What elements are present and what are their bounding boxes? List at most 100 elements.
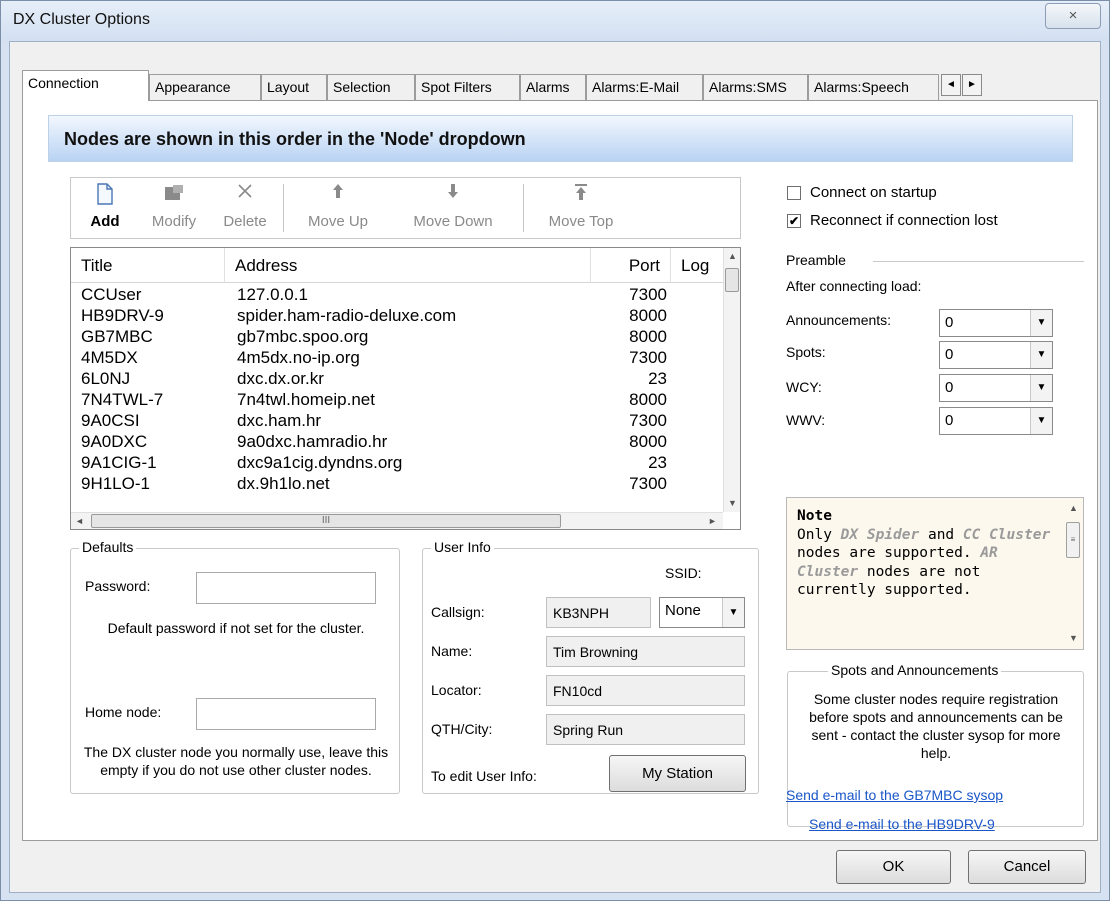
modify-button[interactable]: Modify — [137, 178, 211, 238]
reconnect-checkbox[interactable]: ✔ — [787, 214, 801, 228]
column-title[interactable]: Title — [71, 248, 225, 283]
scroll-down-arrow-icon[interactable]: ▼ — [724, 495, 740, 512]
note-heading: Note — [797, 508, 832, 524]
table-row[interactable]: GB7MBC gb7mbc.spoo.org 8000 — [71, 326, 723, 347]
table-row[interactable]: 6L0NJ dxc.dx.or.kr 23 — [71, 368, 723, 389]
column-address[interactable]: Address — [225, 248, 591, 283]
column-port[interactable]: Port — [591, 248, 671, 283]
defaults-group: Defaults Password: Default password if n… — [70, 539, 400, 794]
note-scroll-down-icon[interactable]: ▼ — [1065, 630, 1082, 647]
callsign-field: KB3NPH — [546, 597, 651, 628]
tab-scroll-left-button[interactable]: ◄ — [941, 74, 961, 96]
note-text-1: Only — [797, 526, 841, 543]
horizontal-scroll-thumb[interactable]: III — [91, 514, 561, 528]
name-label: Name: — [431, 643, 473, 659]
home-node-label: Home node: — [85, 704, 162, 720]
note-scroll-up-icon[interactable]: ▲ — [1065, 500, 1082, 517]
close-button[interactable]: × — [1045, 3, 1101, 29]
wcy-dropdown[interactable]: 0 ▼ — [939, 374, 1053, 402]
email-hb9drv-link[interactable]: Send e-mail to the HB9DRV-9 — [809, 816, 995, 832]
column-log[interactable]: Log — [671, 248, 723, 283]
announcements-value: 0 — [945, 314, 954, 331]
qth-city-label: QTH/City: — [431, 721, 493, 737]
chevron-down-icon: ▼ — [1030, 342, 1052, 368]
node-list-horizontal-scrollbar[interactable]: ◄ III ► — [71, 512, 723, 529]
note-box[interactable]: Note Only DX Spider and CC Cluster nodes… — [786, 497, 1084, 650]
table-row[interactable]: HB9DRV-9 spider.ham-radio-deluxe.com 8000 — [71, 305, 723, 326]
node-list-vertical-scrollbar[interactable]: ▲ ▼ — [723, 248, 740, 512]
user-info-group: User Info SSID: Callsign: KB3NPH None ▼ … — [422, 539, 759, 794]
wwv-dropdown[interactable]: 0 ▼ — [939, 407, 1053, 435]
table-row[interactable]: CCUser 127.0.0.1 7300 — [71, 284, 723, 305]
tab-alarms-email[interactable]: Alarms:E-Mail — [586, 74, 703, 100]
tab-scroll-right-button[interactable]: ► — [962, 74, 982, 96]
tab-alarms-sms[interactable]: Alarms:SMS — [703, 74, 808, 100]
reconnect-label[interactable]: Reconnect if connection lost — [810, 212, 998, 229]
table-row[interactable]: 9A0CSI dxc.ham.hr 7300 — [71, 410, 723, 431]
table-row[interactable]: 9A0DXC 9a0dxc.hamradio.hr 8000 — [71, 431, 723, 452]
arrow-top-icon — [529, 183, 633, 205]
node-address-cell: 127.0.0.1 — [237, 285, 308, 304]
node-title-cell: 7N4TWL-7 — [81, 390, 164, 409]
ok-button[interactable]: OK — [836, 850, 951, 884]
scroll-left-arrow-icon[interactable]: ◄ — [71, 513, 88, 529]
spots-label: Spots: — [786, 344, 826, 360]
wcy-label: WCY: — [786, 379, 822, 395]
node-address-cell: dxc.ham.hr — [237, 411, 322, 430]
close-icon: × — [1068, 7, 1078, 24]
spots-dropdown[interactable]: 0 ▼ — [939, 341, 1053, 369]
table-row[interactable]: 9H1LO-1 dx.9h1lo.net 7300 — [71, 473, 723, 494]
scroll-right-arrow-icon[interactable]: ► — [704, 513, 721, 529]
node-address-cell: 9a0dxc.hamradio.hr — [237, 432, 388, 451]
my-station-button[interactable]: My Station — [609, 755, 746, 792]
node-list[interactable]: Title Address Port Log CCUser 127.0.0.1 73… — [70, 247, 741, 530]
arrow-down-icon — [389, 183, 517, 205]
cancel-button[interactable]: Cancel — [968, 850, 1086, 884]
node-title-cell: CCUser — [81, 285, 142, 304]
connection-tab-panel: Nodes are shown in this order in the 'No… — [22, 100, 1098, 841]
node-address-cell: dxc.dx.or.kr — [237, 369, 324, 388]
email-gb7mbc-sysop-link[interactable]: Send e-mail to the GB7MBC sysop — [786, 787, 1003, 803]
spots-announcements-title: Spots and Announcements — [828, 662, 1002, 678]
ssid-dropdown[interactable]: None ▼ — [659, 597, 745, 628]
note-scrollbar[interactable]: ▲ ≡ ▼ — [1063, 498, 1083, 649]
node-title-cell: 9A0CSI — [81, 411, 140, 430]
password-field[interactable] — [196, 572, 376, 604]
modify-label: Modify — [151, 213, 197, 230]
tab-alarms[interactable]: Alarms — [520, 74, 586, 100]
table-row[interactable]: 7N4TWL-7 7n4twl.homeip.net 8000 — [71, 389, 723, 410]
scroll-up-arrow-icon[interactable]: ▲ — [724, 248, 740, 265]
table-row[interactable]: 9A1CIG-1 dxc9a1cig.dyndns.org 23 — [71, 452, 723, 473]
ssid-value: None — [665, 602, 701, 619]
add-button[interactable]: Add — [75, 178, 135, 238]
title-bar: DX Cluster Options × — [1, 1, 1109, 41]
tab-spot-filters[interactable]: Spot Filters — [415, 74, 520, 100]
vertical-scroll-thumb[interactable] — [725, 268, 739, 292]
move-up-button[interactable]: Move Up — [289, 178, 387, 238]
note-highlight-dx-spider: DX Spider — [840, 526, 920, 543]
home-node-field[interactable] — [196, 698, 376, 730]
note-scroll-thumb[interactable]: ≡ — [1066, 522, 1080, 558]
spots-announcements-text: Some cluster nodes require registration … — [809, 691, 1063, 761]
qth-city-field: Spring Run — [546, 714, 745, 745]
table-row[interactable]: 4M5DX 4m5dx.no-ip.org 7300 — [71, 347, 723, 368]
edit-user-info-label: To edit User Info: — [431, 768, 537, 784]
move-top-button[interactable]: Move Top — [529, 178, 633, 238]
connect-on-startup-label[interactable]: Connect on startup — [810, 184, 937, 201]
connect-on-startup-checkbox[interactable] — [787, 186, 801, 200]
tab-appearance[interactable]: Appearance — [149, 74, 261, 100]
grip-icon: III — [321, 515, 331, 526]
left-arrow-icon: ◄ — [946, 79, 956, 90]
node-port-cell: 23 — [648, 369, 667, 388]
tab-connection[interactable]: Connection — [22, 70, 149, 101]
tab-layout[interactable]: Layout — [261, 74, 327, 100]
announcements-dropdown[interactable]: 0 ▼ — [939, 309, 1053, 337]
node-port-cell: 8000 — [629, 390, 667, 409]
preamble-divider — [873, 261, 1084, 262]
move-down-button[interactable]: Move Down — [389, 178, 517, 238]
delete-button[interactable]: Delete — [213, 178, 277, 238]
tab-selection[interactable]: Selection — [327, 74, 415, 100]
tab-alarms-speech[interactable]: Alarms:Speech — [808, 74, 939, 100]
spots-announcements-group: Spots and Announcements Some cluster nod… — [786, 662, 1084, 832]
node-address-cell: spider.ham-radio-deluxe.com — [237, 306, 457, 325]
